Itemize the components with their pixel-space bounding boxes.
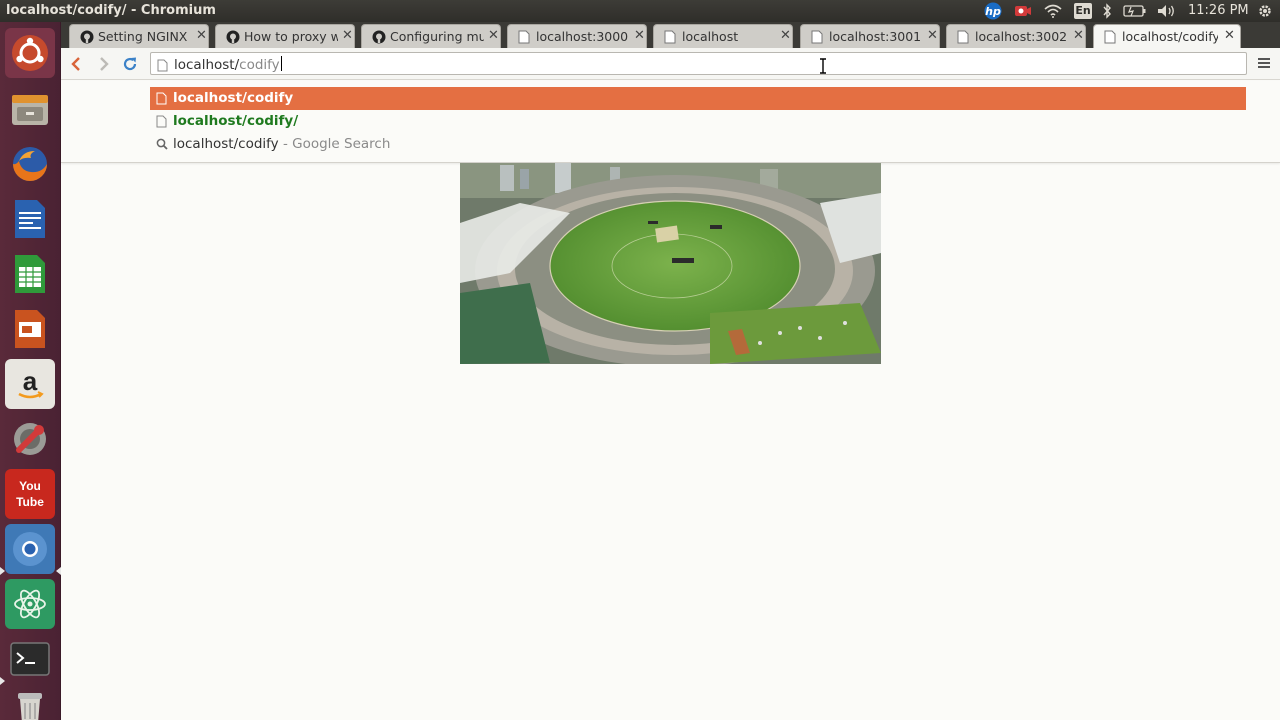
close-icon[interactable]: ✕ (634, 28, 645, 43)
suggestion-item[interactable]: localhost/codify/ (150, 110, 1246, 133)
terminal-running-indicator (0, 677, 5, 685)
close-icon[interactable]: ✕ (780, 28, 791, 43)
page-icon (156, 92, 167, 109)
suggestion-item[interactable]: localhost/codify - Google Search (150, 133, 1246, 156)
forward-button[interactable] (94, 54, 114, 74)
terminal-icon[interactable] (5, 634, 55, 684)
page-icon (811, 30, 825, 44)
tab-title: localhost:3001 (829, 29, 922, 44)
suggestion-text: localhost/codify/ (173, 113, 299, 129)
files-icon[interactable] (5, 84, 55, 134)
svg-text:You: You (19, 479, 41, 493)
wifi-icon[interactable] (1043, 2, 1063, 20)
github-icon (226, 30, 240, 44)
tab-title: localhost:3002 (975, 29, 1068, 44)
chromium-focused-indicator (56, 567, 61, 575)
page-icon (664, 30, 678, 44)
text-cursor-icon (818, 58, 828, 78)
tab-title: localhost (682, 29, 739, 44)
amazon-icon[interactable]: a (5, 359, 55, 409)
browser-toolbar: localhost/codify (61, 48, 1280, 80)
close-icon[interactable]: ✕ (1224, 28, 1235, 43)
tab-title: Configuring mul (390, 29, 484, 44)
suggestion-provider: - Google Search (278, 136, 391, 152)
calc-icon[interactable] (5, 249, 55, 299)
github-icon (372, 30, 386, 44)
omnibox-suggestions: localhost/codify localhost/codify/ local… (61, 81, 1280, 163)
page-icon (518, 30, 532, 44)
tab-title: How to proxy w (244, 29, 338, 44)
close-icon[interactable]: ✕ (342, 28, 353, 43)
suggestion-item[interactable]: localhost/codify (150, 87, 1246, 110)
settings-gear-icon[interactable] (1256, 2, 1274, 20)
tab-setting-nginx[interactable]: Setting NGINX a ✕ (69, 24, 209, 48)
volume-icon[interactable] (1156, 2, 1178, 20)
tab-localhost-3000[interactable]: localhost:3000 ✕ (507, 24, 647, 48)
atom-icon[interactable] (5, 579, 55, 629)
tab-title: localhost/codify (1122, 29, 1218, 44)
trash-icon[interactable] (5, 689, 55, 720)
address-bar-input[interactable]: localhost/codify (174, 56, 282, 73)
text-caret (280, 56, 282, 71)
page-icon (957, 30, 971, 44)
tab-localhost[interactable]: localhost ✕ (653, 24, 793, 48)
omnibox[interactable]: localhost/codify (150, 52, 1247, 75)
page-icon (1104, 30, 1118, 44)
close-icon[interactable]: ✕ (488, 28, 499, 43)
youtube-icon[interactable]: You Tube (5, 469, 55, 519)
address-autocomplete-text: codify (239, 57, 280, 73)
chromium-icon[interactable] (5, 524, 55, 574)
back-button[interactable] (66, 54, 86, 74)
svg-text:hp: hp (985, 5, 1001, 18)
bluetooth-icon[interactable] (1099, 2, 1115, 20)
suggestion-text: localhost/codify (173, 90, 294, 106)
suggestion-query: localhost/codify (173, 136, 279, 152)
chromium-running-indicator (0, 567, 5, 575)
clock[interactable]: 11:26 PM (1188, 3, 1249, 18)
top-panel: localhost/codify/ - Chromium hp En 11:26… (0, 0, 1280, 22)
tab-title: Setting NGINX a (98, 29, 192, 44)
close-icon[interactable]: ✕ (196, 28, 207, 43)
writer-icon[interactable] (5, 194, 55, 244)
reload-button[interactable] (120, 54, 140, 74)
keyboard-language-icon[interactable]: En (1074, 3, 1092, 19)
close-icon[interactable]: ✕ (927, 28, 938, 43)
launcher: a You Tube (0, 22, 61, 720)
firefox-icon[interactable] (5, 139, 55, 189)
window-title: localhost/codify/ - Chromium (6, 3, 216, 18)
battery-icon[interactable] (1122, 2, 1148, 20)
page-icon (157, 57, 168, 76)
hp-icon[interactable]: hp (983, 2, 1003, 20)
svg-text:a: a (23, 366, 38, 396)
github-icon (80, 30, 94, 44)
suggestion-text: localhost/codify - Google Search (173, 136, 390, 152)
tab-localhost-3001[interactable]: localhost:3001 ✕ (800, 24, 940, 48)
impress-icon[interactable] (5, 304, 55, 354)
tab-configuring-mul[interactable]: Configuring mul ✕ (361, 24, 501, 48)
cricket-stadium-image (460, 163, 881, 364)
search-icon (156, 138, 168, 154)
tab-localhost-codify[interactable]: localhost/codify ✕ (1093, 24, 1241, 49)
record-icon[interactable] (1013, 2, 1033, 20)
tab-title: localhost:3000 (536, 29, 629, 44)
close-icon[interactable]: ✕ (1073, 28, 1084, 43)
ubuntu-dash-icon[interactable] (5, 28, 55, 78)
tab-how-to-proxy[interactable]: How to proxy w ✕ (215, 24, 355, 48)
tab-localhost-3002[interactable]: localhost:3002 ✕ (946, 24, 1086, 48)
address-typed-text: localhost/ (174, 57, 240, 73)
menu-icon[interactable] (1257, 55, 1273, 71)
tab-strip: Setting NGINX a ✕ How to proxy w ✕ Confi… (61, 22, 1280, 49)
system-settings-icon[interactable] (5, 414, 55, 464)
svg-text:Tube: Tube (16, 495, 44, 509)
page-icon (156, 115, 167, 132)
